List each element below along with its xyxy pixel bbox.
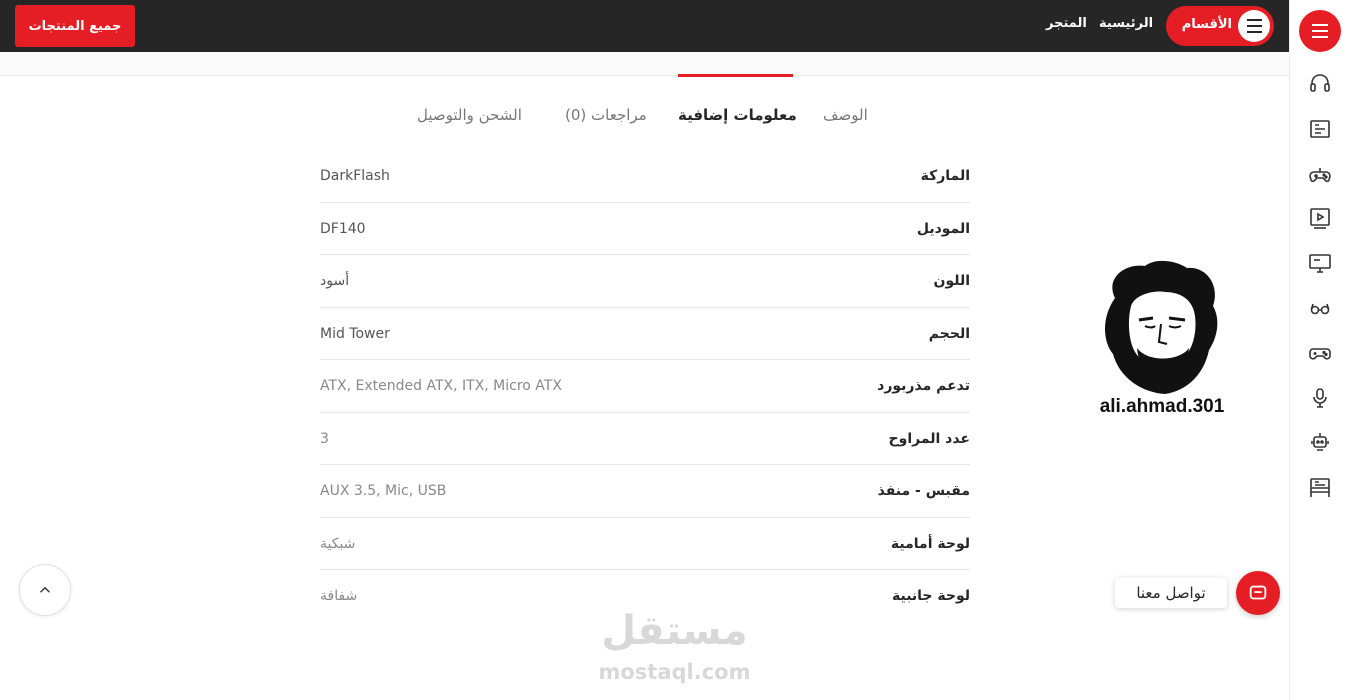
chat-icon [1249, 585, 1267, 600]
table-row: لوحة أمامية شبكية [320, 518, 970, 570]
spec-value: DarkFlash [320, 168, 390, 184]
desk-icon[interactable] [1308, 476, 1332, 500]
table-row: عدد المراوح 3 [320, 413, 970, 465]
spec-value: أسود [320, 273, 350, 289]
product-page: جميع المنتجات المتجر الرئيسية الأقسام ال… [0, 0, 1348, 700]
watermark-latin: mostaql.com [598, 660, 751, 684]
active-tab-indicator [678, 74, 793, 77]
spec-key: مقبس - منفذ [877, 483, 970, 499]
nav-home-link[interactable]: الرئيسية [1099, 16, 1153, 31]
top-nav-bar: جميع المنتجات المتجر الرئيسية الأقسام [0, 0, 1289, 52]
specs-table: الماركة DarkFlash الموديل DF140 اللون أس… [320, 150, 970, 623]
spec-key: لوحة أمامية [890, 535, 970, 552]
monitor-icon[interactable] [1308, 251, 1332, 275]
spec-value: ATX, Extended ATX, ITX, Micro ATX [320, 378, 562, 394]
keyboard-icon[interactable] [1308, 117, 1332, 141]
tab-additional-info[interactable]: معلومات إضافية [678, 106, 797, 124]
spec-value: Mid Tower [320, 325, 390, 342]
table-row: الماركة DarkFlash [320, 150, 970, 203]
table-row: مقبس - منفذ AUX 3.5, Mic, USB [320, 465, 970, 518]
spec-key: الحجم [928, 325, 970, 342]
spec-key: اللون [933, 273, 971, 289]
gamepad-icon[interactable] [1308, 163, 1332, 187]
categories-button[interactable]: الأقسام [1166, 6, 1274, 46]
all-products-button[interactable]: جميع المنتجات [15, 5, 135, 47]
robot-icon[interactable] [1308, 430, 1332, 454]
watermark-arabic: مستقل [601, 608, 748, 654]
table-row: الحجم Mid Tower [320, 308, 970, 360]
categories-label: الأقسام [1181, 17, 1232, 32]
spec-key: تدعم مذربورد [877, 378, 970, 394]
table-row: تدعم مذربورد ATX, Extended ATX, ITX, Mic… [320, 360, 970, 413]
chat-button[interactable] [1236, 571, 1280, 615]
contact-label[interactable]: تواصل معنا [1115, 578, 1227, 608]
hamburger-icon [1238, 10, 1270, 42]
tab-reviews[interactable]: مراجعات (0) [565, 106, 647, 124]
table-row: الموديل DF140 [320, 203, 970, 255]
spec-key: الموديل [916, 220, 970, 237]
spec-key: لوحة جانبية [891, 588, 970, 604]
avatar-sticker [1095, 258, 1225, 398]
category-sidebar [1289, 0, 1348, 700]
avatar-caption: ali.ahmad.301 [1099, 396, 1225, 417]
back-to-top-button[interactable] [19, 564, 71, 616]
mic-icon[interactable] [1308, 386, 1332, 410]
glasses-icon[interactable] [1308, 296, 1332, 320]
tab-description[interactable]: الوصف [823, 106, 868, 124]
spec-value: شبكية [320, 535, 356, 552]
controller-icon[interactable] [1308, 341, 1332, 365]
table-row: اللون أسود [320, 255, 970, 308]
spec-key: الماركة [920, 168, 970, 184]
spec-value: AUX 3.5, Mic, USB [320, 483, 447, 499]
spec-value: شفافة [320, 588, 358, 604]
sidebar-menu-button[interactable] [1299, 10, 1341, 52]
chevron-up-icon [40, 586, 50, 593]
headset-icon[interactable] [1308, 71, 1332, 95]
spec-value: DF140 [320, 220, 366, 237]
header-strip [0, 52, 1289, 76]
spec-key: عدد المراوح [888, 430, 970, 447]
spec-value: 3 [320, 430, 329, 447]
monitor-play-icon[interactable] [1308, 206, 1332, 230]
nav-store-link[interactable]: المتجر [1046, 16, 1087, 31]
tab-shipping[interactable]: الشحن والتوصيل [417, 106, 522, 124]
